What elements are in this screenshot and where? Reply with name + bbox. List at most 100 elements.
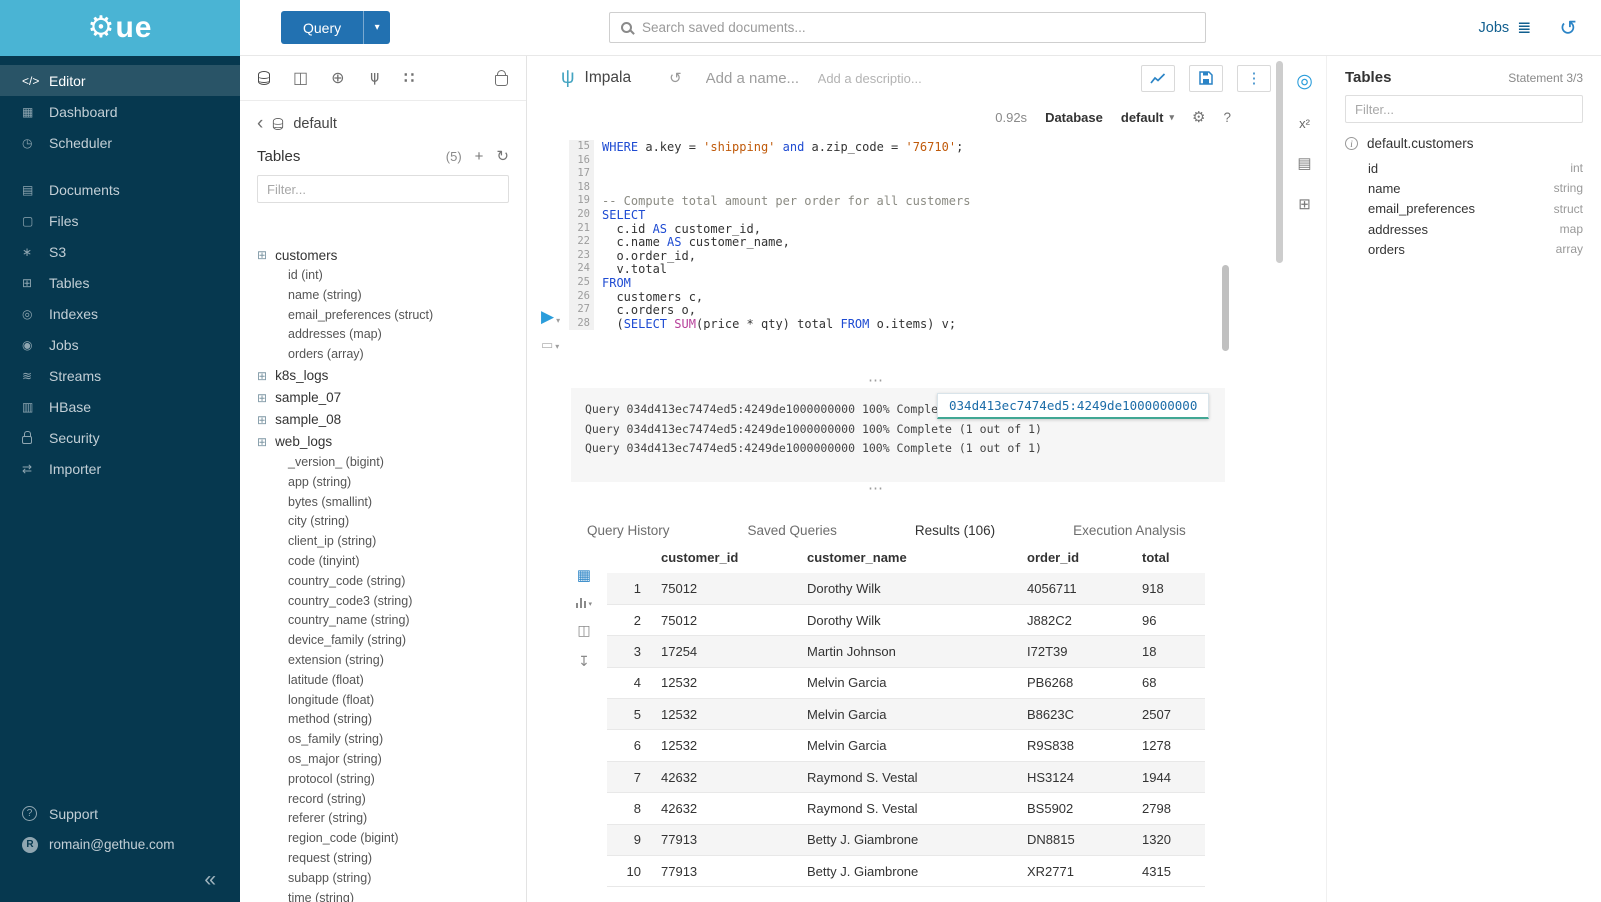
language-reference-icon[interactable]: ▤ <box>1297 154 1311 172</box>
right-filter-input[interactable] <box>1345 95 1583 123</box>
column-item[interactable]: namestring <box>1345 178 1583 198</box>
query-id-tooltip[interactable]: 034d413ec7474ed5:4249de1000000000 <box>937 393 1209 419</box>
resize-handle-bottom[interactable]: ⋯ <box>527 485 1225 495</box>
sidebar-item-user[interactable]: R romain@gethue.com <box>0 829 240 860</box>
assist-table-item[interactable]: ⊞sample_08 <box>257 409 526 431</box>
column-item[interactable]: email_preferencesstruct <box>1345 199 1583 219</box>
assist-column-item[interactable]: referer (string) <box>257 809 526 829</box>
assist-column-item[interactable]: id (int) <box>257 266 526 286</box>
assist-column-item[interactable]: code (tinyint) <box>257 552 526 572</box>
assist-column-item[interactable]: email_preferences (struct) <box>257 306 526 326</box>
sidebar-item-dashboard[interactable]: ▦Dashboard <box>0 96 240 127</box>
sidebar-item-support[interactable]: ? Support <box>0 798 240 829</box>
run-button[interactable]: ▶▾ <box>541 308 560 325</box>
sidebar-item-scheduler[interactable]: ◷Scheduler <box>0 127 240 158</box>
sidebar-item-indexes[interactable]: ◎Indexes <box>0 298 240 329</box>
reload-icon[interactable]: ↺ <box>669 69 682 87</box>
assist-table-item[interactable]: ⊞customers <box>257 244 526 266</box>
table-row: 512532Melvin GarciaB8623C2507 <box>607 699 1205 730</box>
assist-column-item[interactable]: app (string) <box>257 473 526 493</box>
assist-column-item[interactable]: client_ip (string) <box>257 532 526 552</box>
assist-column-item[interactable]: request (string) <box>257 849 526 869</box>
database-name[interactable]: default <box>293 116 337 132</box>
query-history-icon[interactable]: ↺ <box>1559 16 1577 41</box>
sidebar-item-files[interactable]: ▢Files <box>0 205 240 236</box>
assist-column-item[interactable]: os_major (string) <box>257 750 526 770</box>
assist-column-item[interactable]: longitude (float) <box>257 691 526 711</box>
sidebar-item-streams[interactable]: ≋Streams <box>0 360 240 391</box>
jobs-link[interactable]: Jobs ≣ <box>1479 18 1532 38</box>
result-format-button[interactable]: ▭▾ <box>541 338 559 351</box>
assist-column-item[interactable]: orders (array) <box>257 345 526 365</box>
sidebar-item-hbase[interactable]: ▥HBase <box>0 391 240 422</box>
functions-icon[interactable]: x² <box>1299 116 1310 131</box>
sources-icon[interactable] <box>258 71 270 85</box>
database-selector[interactable]: default▾ <box>1121 110 1174 125</box>
assist-table-item[interactable]: ⊞sample_07 <box>257 387 526 409</box>
assist-column-item[interactable]: latitude (float) <box>257 671 526 691</box>
refresh-icon[interactable]: ↻ <box>496 147 509 165</box>
zoom-in-icon[interactable]: ⊕ <box>331 68 344 88</box>
resize-handle-top[interactable]: ⋯ <box>527 377 1225 387</box>
assist-column-item[interactable]: city (string) <box>257 512 526 532</box>
columns-view-icon[interactable]: ◫ <box>577 622 590 639</box>
grid-view-icon[interactable]: ▦ <box>577 566 591 584</box>
documents-panel-icon[interactable]: ◫ <box>293 68 308 88</box>
assist-column-item[interactable]: method (string) <box>257 710 526 730</box>
collections-bag-icon[interactable] <box>495 70 508 86</box>
assist-column-item[interactable]: record (string) <box>257 790 526 810</box>
back-chevron-icon[interactable]: ‹ <box>257 114 263 133</box>
sidebar-item-jobs[interactable]: ◉Jobs <box>0 329 240 360</box>
assist-column-item[interactable]: country_name (string) <box>257 611 526 631</box>
assist-column-item[interactable]: name (string) <box>257 286 526 306</box>
assist-column-item[interactable]: extension (string) <box>257 651 526 671</box>
query-button[interactable]: Query <box>281 11 363 44</box>
more-options-button[interactable]: ⋮ <box>1237 65 1271 92</box>
active-table[interactable]: i default.customers <box>1345 136 1583 151</box>
save-button[interactable] <box>1189 65 1223 92</box>
settings-gear-icon[interactable]: ⚙ <box>1192 108 1205 126</box>
sitemap-icon[interactable]: ⋔ <box>368 68 381 88</box>
assist-column-item[interactable]: _version_ (bigint) <box>257 453 526 473</box>
sidebar-item-editor[interactable]: </>Editor <box>0 65 240 96</box>
assist-column-item[interactable]: device_family (string) <box>257 631 526 651</box>
main-scrollbar[interactable] <box>1276 61 1283 263</box>
column-item[interactable]: idint <box>1345 158 1583 178</box>
collapse-sidebar-button[interactable]: « <box>0 869 240 890</box>
sidebar-item-documents[interactable]: ▤Documents <box>0 174 240 205</box>
assist-column-item[interactable]: os_family (string) <box>257 730 526 750</box>
search-input[interactable] <box>642 20 1194 35</box>
assist-column-item[interactable]: subapp (string) <box>257 869 526 889</box>
hue-logo[interactable]: ⚙ue <box>0 0 240 56</box>
assist-column-item[interactable]: time (string) <box>257 889 526 902</box>
assist-column-item[interactable]: country_code3 (string) <box>257 592 526 612</box>
apps-icon[interactable]: ∷ <box>404 68 414 88</box>
assist-column-item[interactable]: bytes (smallint) <box>257 493 526 513</box>
query-name-input[interactable] <box>706 70 810 87</box>
code-editor[interactable]: 1516171819202122232425262728 WHERE a.key… <box>527 134 1283 384</box>
sidebar-item-s3[interactable]: ∗S3 <box>0 236 240 267</box>
query-dropdown-button[interactable]: ▾ <box>363 11 390 44</box>
sidebar-item-tables[interactable]: ⊞Tables <box>0 267 240 298</box>
editor-header-actions: ⋮ <box>1141 65 1271 92</box>
sidebar-item-importer[interactable]: ⇄Importer <box>0 453 240 484</box>
assist-column-item[interactable]: protocol (string) <box>257 770 526 790</box>
assist-column-item[interactable]: region_code (bigint) <box>257 829 526 849</box>
assist-filter-input[interactable] <box>257 175 509 203</box>
download-icon[interactable]: ↧ <box>578 653 590 670</box>
query-description-input[interactable] <box>818 71 944 86</box>
column-item[interactable]: addressesmap <box>1345 219 1583 239</box>
chart-button[interactable] <box>1141 65 1175 92</box>
add-table-icon[interactable]: + <box>475 148 484 165</box>
assist-table-item[interactable]: ⊞k8s_logs <box>257 365 526 387</box>
help-question-icon[interactable]: ? <box>1223 110 1231 125</box>
editor-scrollbar[interactable] <box>1222 265 1229 351</box>
sidebar-item-security[interactable]: Security <box>0 422 240 453</box>
assistant-icon[interactable]: ◎ <box>1296 70 1313 93</box>
assist-column-item[interactable]: country_code (string) <box>257 572 526 592</box>
schedule-icon[interactable]: ⊞ <box>1298 195 1311 213</box>
assist-column-item[interactable]: addresses (map) <box>257 325 526 345</box>
chart-view-icon[interactable]: ▾ <box>576 598 592 608</box>
assist-table-item[interactable]: ⊞web_logs <box>257 431 526 453</box>
column-item[interactable]: ordersarray <box>1345 239 1583 259</box>
